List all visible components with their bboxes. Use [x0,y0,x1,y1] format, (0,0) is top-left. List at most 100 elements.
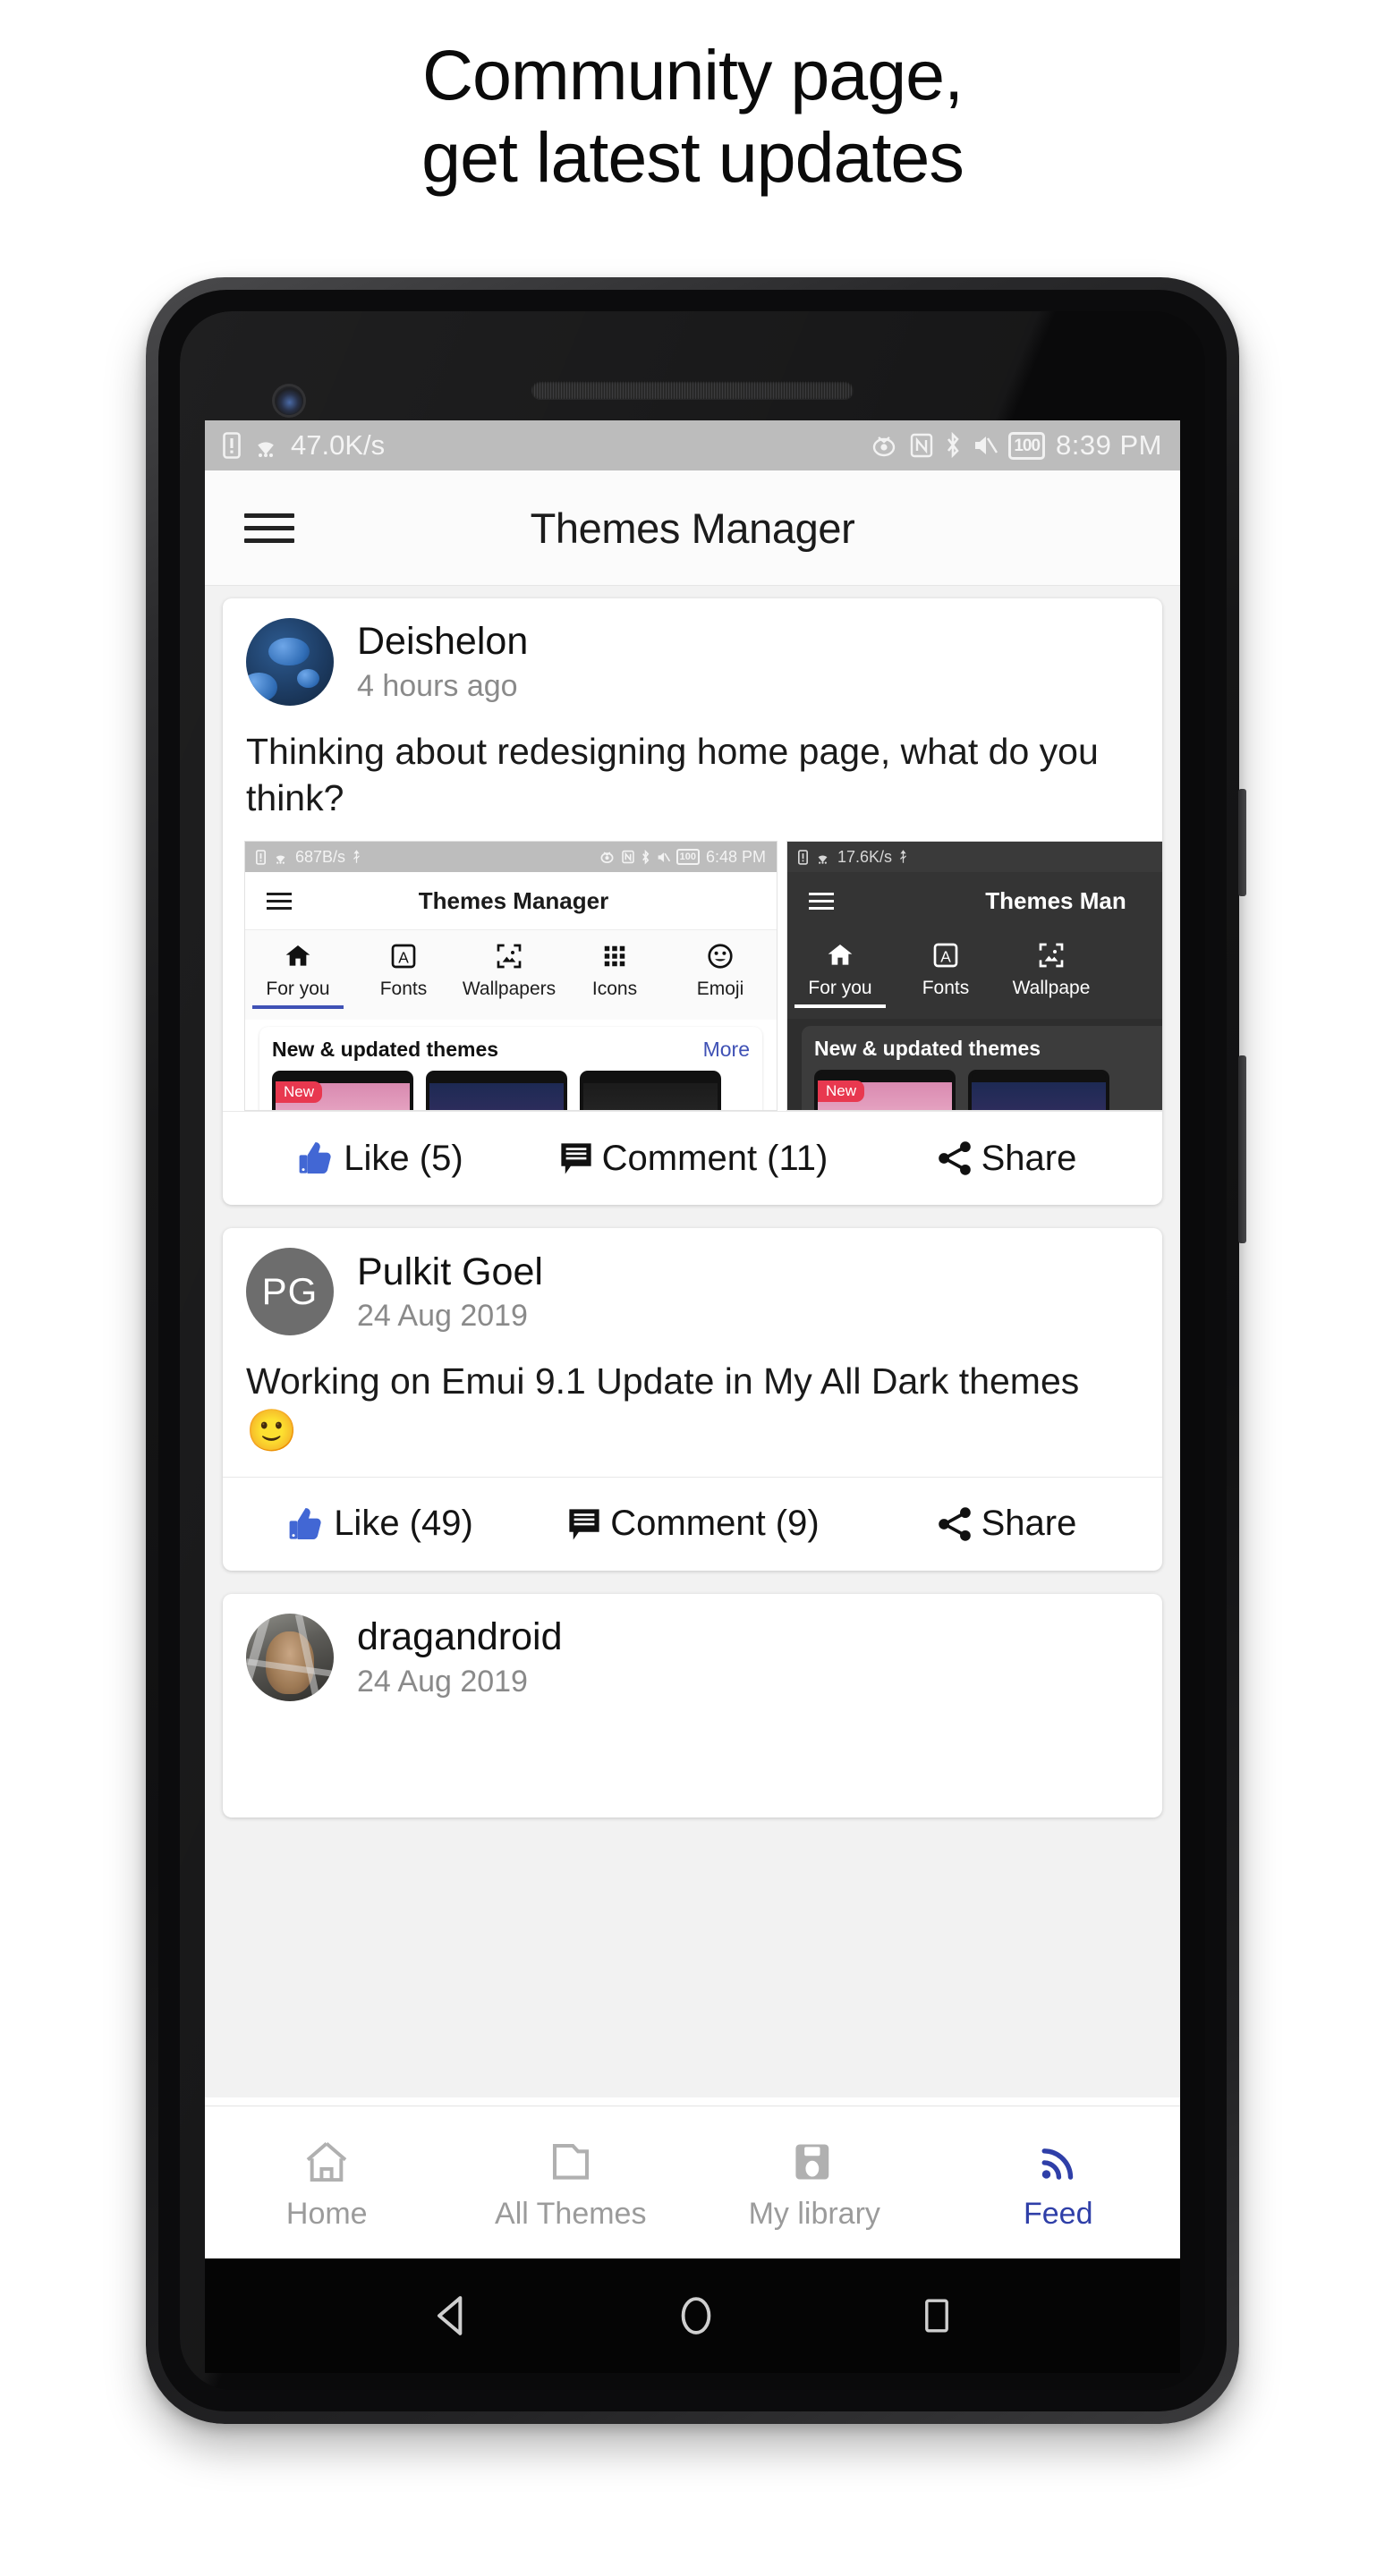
tab-emoji[interactable]: Emoji [667,937,773,1000]
tab-label: Icons [591,979,638,1000]
like-button[interactable]: Like (5) [223,1138,536,1179]
eye-comfort-icon [600,852,614,864]
wallpaper-icon [998,936,1104,974]
hamburger-menu-icon[interactable] [244,513,294,543]
attachment-screenshot-dark[interactable]: 17.6K/s Themes Man For you A Fonts Wallp… [786,841,1162,1112]
front-camera [275,386,303,415]
wifi-icon [258,442,274,457]
sim-alert-icon [223,432,241,459]
tab-for-you[interactable]: For you [245,937,351,1010]
mini-themes-panel: New & updated themes New 9:57 [802,1026,1162,1111]
tab-wallpapers[interactable]: Wallpapers [456,937,562,1000]
tab-label: Fonts [379,979,428,1000]
post-attachments[interactable]: 687B/s 100 6:48 PM Themes Manager For yo… [223,841,1162,1112]
emoji-icon [667,937,773,975]
post-author-name: Pulkit Goel [357,1250,543,1293]
theme-thumb[interactable]: New [272,1071,413,1111]
mini-page-title: Themes Man [985,886,1126,914]
font-a-icon: A [351,937,456,975]
mini-app-bar: Themes Manager [245,872,777,931]
power-button[interactable] [1238,789,1246,896]
post-actions: Like (49) Comment (9) Share [223,1476,1162,1571]
mini-tab-bar[interactable]: For you A Fonts [787,929,1162,1020]
recents-square-icon[interactable] [915,2294,958,2337]
bottom-nav-item-feed[interactable]: Feed [937,2134,1181,2232]
bottom-nav-item-home[interactable]: Home [205,2134,449,2232]
save-disk-icon [692,2134,937,2190]
like-button[interactable]: Like (49) [223,1504,536,1545]
theme-thumb[interactable]: 9:57 [968,1070,1109,1111]
mini-panel-title: New & updated themes [814,1037,1041,1061]
bottom-nav-item-my-library[interactable]: My library [692,2134,937,2232]
wallpaper-icon [456,937,562,975]
mini-network-speed: 687B/s [295,847,346,866]
usb-icon [353,850,361,864]
post-author-name: Deishelon [357,620,529,664]
attachment-screenshot-light[interactable]: 687B/s 100 6:48 PM Themes Manager For yo… [244,841,777,1112]
mute-icon [975,436,998,454]
post-card[interactable]: Deishelon 4 hours ago Thinking about red… [223,598,1162,1206]
network-speed-text: 47.0K/s [291,429,386,461]
post-card[interactable]: dragandroid 24 Aug 2019 [223,1593,1162,1818]
tab-for-you[interactable]: For you [787,936,893,1009]
bottom-navigation-bar: Home All Themes My library Feed [205,2106,1180,2258]
post-text: Working on Emui 9.1 Update in My All Dar… [246,1360,1080,1402]
back-triangle-icon[interactable] [427,2291,477,2341]
like-label: Like (5) [344,1138,463,1178]
tab-wallpapers[interactable]: Wallpape [998,936,1104,999]
earpiece-speaker [531,381,854,399]
mini-battery-badge: 100 [676,849,700,866]
share-button[interactable]: Share [849,1139,1162,1179]
grid-icon [562,937,667,975]
theme-thumb[interactable]: 22:47 [580,1071,721,1111]
bottom-nav-item-all-themes[interactable]: All Themes [449,2134,693,2232]
thumbs-up-icon [289,1508,321,1539]
headline-line-1: Community page, [421,35,964,114]
avatar[interactable]: PG [246,1248,334,1336]
tab-label: Emoji [696,979,744,1000]
tab-icons[interactable]: Icons [562,937,667,1000]
comment-icon [561,1143,591,1174]
post-author-name: dragandroid [357,1615,563,1659]
more-link[interactable]: More [703,1038,750,1062]
nfc-icon [911,433,933,458]
status-bar-left: 47.0K/s [223,429,385,462]
post-header: dragandroid 24 Aug 2019 [223,1594,1162,1710]
mini-themes-panel: New & updated themes More New 9:57 [259,1027,762,1111]
mini-theme-thumbs: New 9:57 [814,1070,1162,1111]
hamburger-menu-icon[interactable] [809,892,834,910]
android-navigation-bar [205,2258,1180,2373]
avatar[interactable] [246,1613,334,1701]
nfc-icon [621,851,634,864]
tab-label: Wallpapers [462,979,557,1000]
bottom-nav-label: Feed [1024,2196,1093,2231]
sim-alert-icon [256,850,266,865]
post-card[interactable]: PG Pulkit Goel 24 Aug 2019 Working on Em… [223,1228,1162,1571]
feed-list[interactable]: Deishelon 4 hours ago Thinking about red… [205,586,1180,2097]
theme-thumb[interactable]: New [814,1070,956,1111]
avatar[interactable] [246,618,334,706]
comment-button[interactable]: Comment (11) [536,1139,849,1179]
hamburger-menu-icon[interactable] [267,892,292,910]
mini-panel-header: New & updated themes [814,1037,1162,1061]
new-badge: New [818,1080,865,1103]
rss-feed-icon [937,2134,1181,2190]
mini-tab-bar[interactable]: For you A Fonts [245,930,777,1021]
volume-button[interactable] [1238,1055,1246,1243]
wifi-icon [818,855,828,864]
post-timestamp: 24 Aug 2019 [357,1298,528,1333]
tab-fonts[interactable]: A Fonts [351,937,456,1000]
theme-thumb[interactable]: 9:57 16℃ [426,1071,567,1111]
thumbs-up-icon [299,1142,331,1174]
sim-alert-icon [798,850,808,865]
comment-button[interactable]: Comment (9) [536,1504,849,1544]
share-button[interactable]: Share [849,1504,1162,1544]
tab-label: For you [808,978,872,999]
svg-text:A: A [398,949,409,967]
home-circle-icon[interactable] [672,2292,720,2340]
post-body-text: Thinking about redesigning home page, wh… [246,731,1099,818]
tab-fonts[interactable]: A Fonts [893,936,998,999]
post-timestamp: 4 hours ago [357,668,518,703]
mini-app-bar: Themes Man [787,872,1162,930]
phone-screen: 47.0K/s 100 8:39 PM Themes Manager Deish… [205,420,1180,2258]
